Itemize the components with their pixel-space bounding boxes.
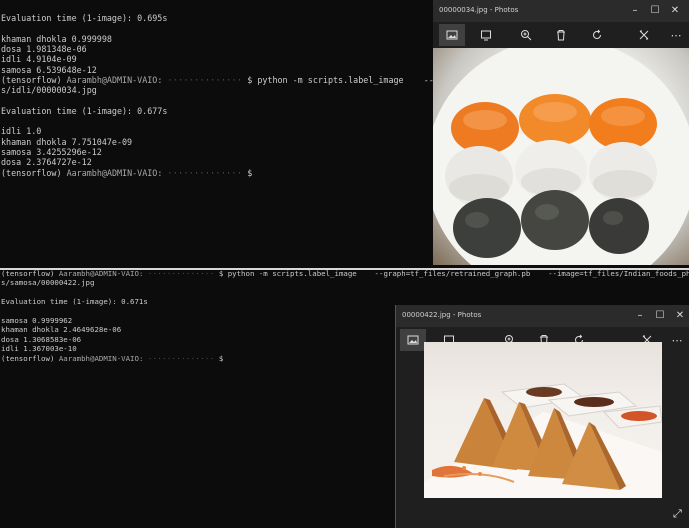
prompt-user: Aarambh@ADMIN-VAIO: xyxy=(66,167,163,178)
output-line: idli 4.9104e-09 xyxy=(1,54,77,65)
minimize-icon[interactable]: – xyxy=(625,3,645,19)
output-line: Evaluation time (1-image): 0.671s xyxy=(1,297,148,307)
prompt-line: (tensorflow) Aarambh@ADMIN-VAIO: ·······… xyxy=(1,353,224,363)
prompt-path: ·············· xyxy=(167,74,243,85)
output-line: khaman dhokla 0.999998 xyxy=(1,33,112,44)
maximize-icon[interactable]: ☐ xyxy=(650,308,670,324)
output-line: dosa 1.3068583e-06 xyxy=(1,334,82,344)
prompt-line: (tensorflow) Aarambh@ADMIN-VAIO: ·······… xyxy=(1,76,494,84)
prompt-env: (tensorflow) xyxy=(1,74,62,85)
title-bar[interactable]: 00000422.jpg - Photos – ☐ ✕ xyxy=(396,305,689,327)
rotate-icon[interactable] xyxy=(586,26,608,44)
edit-create-icon[interactable] xyxy=(633,26,655,44)
samosa-photo xyxy=(424,342,662,498)
prompt-path: ·············· xyxy=(147,353,215,363)
command-text: $ xyxy=(218,353,224,363)
output-line: khaman dhokla 7.751047e-09 xyxy=(1,136,133,147)
output-line: dosa 2.3764727e-12 xyxy=(1,157,92,168)
prompt-env: (tensorflow) xyxy=(1,270,55,278)
prompt-path: ·············· xyxy=(167,167,243,178)
window-title: 00000422.jpg - Photos xyxy=(402,311,482,319)
output-line: dosa 1.981348e-06 xyxy=(1,43,87,54)
prompt-user: Aarambh@ADMIN-VAIO: xyxy=(66,74,163,85)
prompt-user: Aarambh@ADMIN-VAIO: xyxy=(58,353,144,363)
output-line: khaman dhokla 2.4649628e-06 xyxy=(1,325,122,335)
output-line: Evaluation time (1-image): 0.695s xyxy=(1,13,168,23)
output-line: idli 1.0 xyxy=(1,126,42,137)
slideshow-icon[interactable] xyxy=(475,26,497,44)
prompt-line: (tensorflow) Aarambh@ADMIN-VAIO: ·······… xyxy=(1,270,689,277)
prompt-line: (tensorflow) Aarambh@ADMIN-VAIO: ·······… xyxy=(1,167,253,178)
more-icon[interactable]: ⋯ xyxy=(666,331,688,349)
command-text: $ python -m scripts.label_image --graph=… xyxy=(218,270,689,278)
output-line: idli 1.367003e-10 xyxy=(1,344,77,354)
view-photo-icon[interactable] xyxy=(400,329,426,351)
view-photo-icon[interactable] xyxy=(439,24,465,46)
prompt-path: ·············· xyxy=(147,270,215,278)
close-icon[interactable]: ✕ xyxy=(665,3,685,19)
prompt-user: Aarambh@ADMIN-VAIO: xyxy=(58,270,144,278)
maximize-icon[interactable]: ☐ xyxy=(645,3,665,19)
output-line: s/samosa/00000422.jpg xyxy=(1,278,95,288)
zoom-in-icon[interactable] xyxy=(515,26,537,44)
command-text: $ xyxy=(247,167,253,178)
output-line: samosa 0.9999962 xyxy=(1,316,73,325)
delete-icon[interactable] xyxy=(550,26,572,44)
title-bar[interactable]: 00000034.jpg - Photos – ☐ ✕ xyxy=(433,0,689,22)
idli-photo xyxy=(433,48,689,265)
more-icon[interactable]: ⋯ xyxy=(665,26,687,44)
prompt-env: (tensorflow) xyxy=(1,167,62,178)
output-line: Evaluation time (1-image): 0.677s xyxy=(1,105,168,116)
close-icon[interactable]: ✕ xyxy=(670,308,689,324)
output-line: samosa 6.539648e-12 xyxy=(1,64,97,75)
prompt-env: (tensorflow) xyxy=(1,353,55,363)
output-line: s/idli/00000034.jpg xyxy=(1,85,97,96)
minimize-icon[interactable]: – xyxy=(630,308,650,324)
fullscreen-icon[interactable]: ⤢ xyxy=(673,508,685,520)
output-line: samosa 3.4255296e-12 xyxy=(1,146,102,157)
window-title: 00000034.jpg - Photos xyxy=(439,6,519,14)
photos-toolbar: ⋯ xyxy=(433,22,689,48)
